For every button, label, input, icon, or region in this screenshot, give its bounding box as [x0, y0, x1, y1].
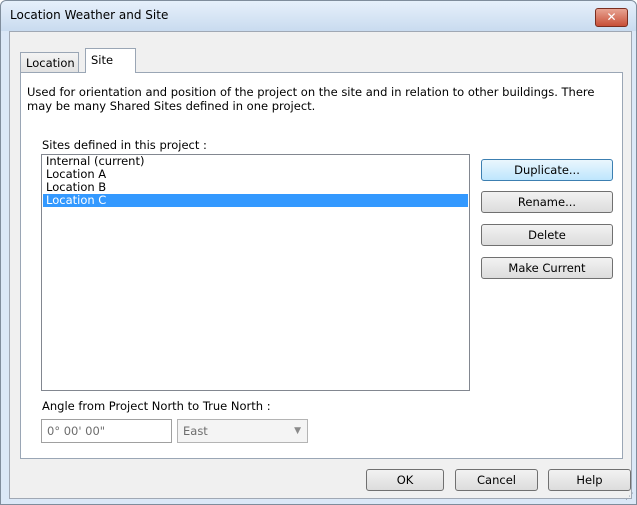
- duplicate-button[interactable]: Duplicate...: [481, 159, 613, 181]
- close-icon: ✕: [606, 10, 617, 24]
- angle-label: Angle from Project North to True North :: [42, 399, 271, 413]
- direction-select[interactable]: East ▼: [177, 419, 308, 443]
- help-button[interactable]: Help: [548, 469, 631, 491]
- make-current-button[interactable]: Make Current: [481, 257, 613, 279]
- tab-location[interactable]: Location: [20, 52, 79, 72]
- tab-location-label: Location: [26, 56, 75, 70]
- direction-select-value: East: [183, 424, 208, 438]
- window-title: Location Weather and Site: [10, 8, 169, 22]
- tab-site-label: Site: [91, 53, 114, 67]
- tab-site[interactable]: Site: [85, 48, 136, 73]
- list-item-selected[interactable]: Location C: [43, 194, 468, 207]
- list-item[interactable]: Location A: [43, 168, 468, 181]
- site-description: Used for orientation and position of the…: [27, 85, 595, 113]
- list-item[interactable]: Location B: [43, 181, 468, 194]
- close-button[interactable]: ✕: [595, 8, 628, 27]
- ok-button[interactable]: OK: [366, 469, 444, 491]
- resize-grip-icon[interactable]: ⋰: [625, 492, 634, 502]
- delete-button[interactable]: Delete: [481, 224, 613, 246]
- sites-list-label: Sites defined in this project :: [42, 138, 207, 152]
- rename-button[interactable]: Rename...: [481, 191, 613, 213]
- title-bar[interactable]: Location Weather and Site ✕: [1, 1, 636, 31]
- sites-listbox[interactable]: Internal (current) Location A Location B…: [41, 154, 470, 391]
- list-item[interactable]: Internal (current): [43, 155, 468, 168]
- angle-input[interactable]: 0° 00' 00": [41, 419, 172, 443]
- dropdown-arrow-icon: ▼: [294, 426, 301, 436]
- cancel-button[interactable]: Cancel: [455, 469, 538, 491]
